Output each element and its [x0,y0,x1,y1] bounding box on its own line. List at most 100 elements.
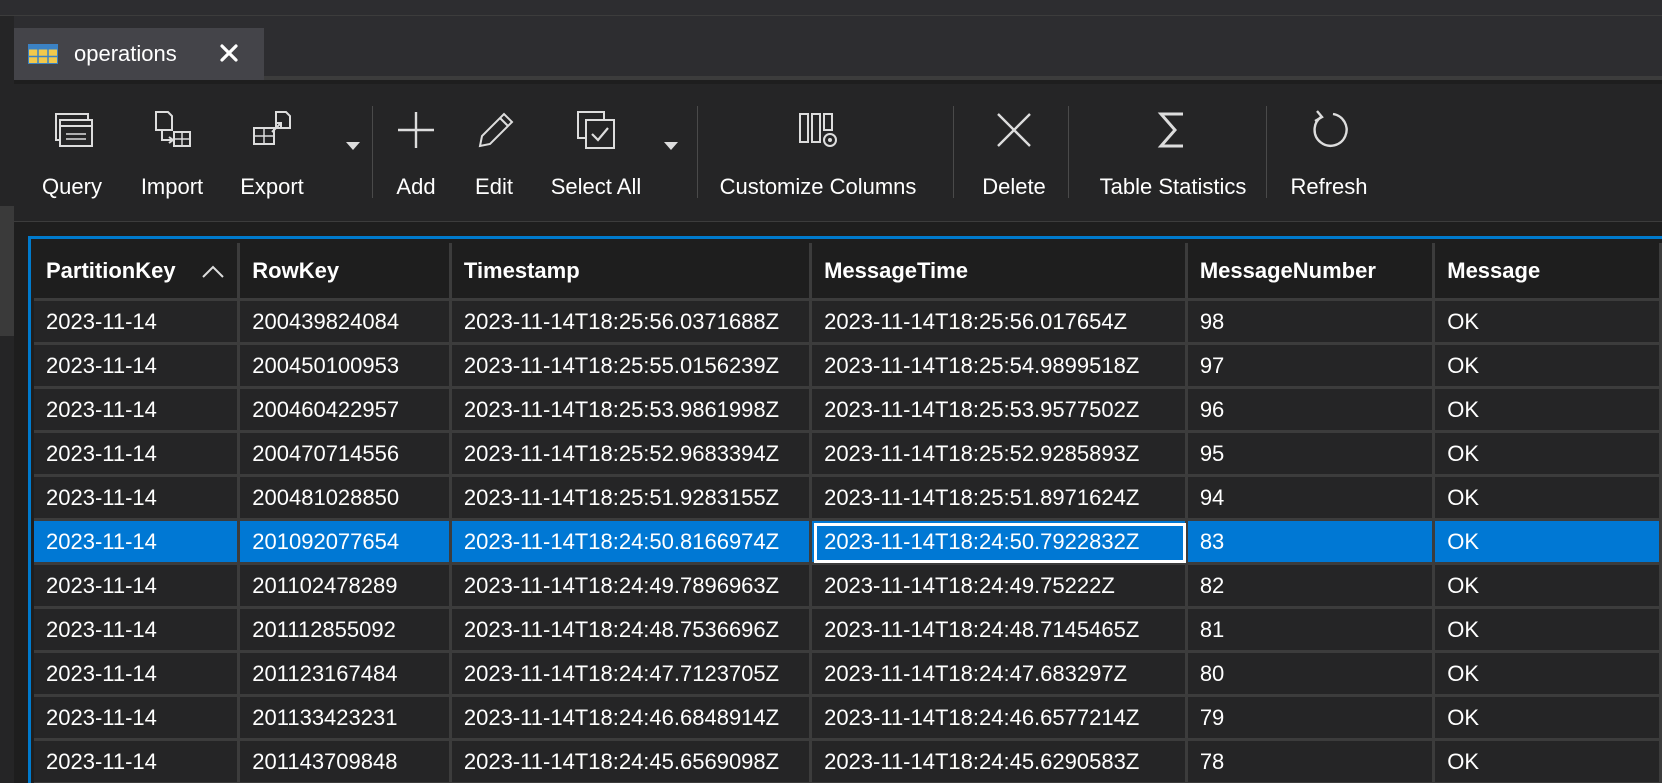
table-cell[interactable]: OK [1435,741,1662,783]
tab-operations[interactable]: operations [14,28,264,80]
table-cell[interactable]: 200470714556 [240,433,452,477]
table-cell[interactable]: 2023-11-14T18:25:52.9683394Z [451,433,813,477]
panel-scroll-thumb[interactable] [0,206,14,336]
table-cell[interactable]: 94 [1187,477,1436,521]
table-row[interactable]: 2023-11-14 201143709848 2023-11-14T18:24:4… [34,741,1662,783]
table-row[interactable]: 2023-11-14 200470714556 2023-11-14T18:25:5… [34,433,1662,477]
add-button[interactable]: Add [386,100,446,204]
customize-columns-button[interactable]: Customize Columns [717,100,919,204]
table-cell[interactable]: OK [1435,653,1662,697]
table-cell[interactable]: OK [1435,609,1662,653]
table-cell[interactable]: 2023-11-14 [34,477,241,521]
table-cell[interactable]: 201143709848 [240,741,452,783]
table-cell[interactable]: 201123167484 [240,653,452,697]
refresh-button[interactable]: Refresh [1286,100,1372,204]
table-cell[interactable]: 97 [1187,345,1436,389]
column-header-rowkey[interactable]: RowKey [240,243,452,301]
table-cell[interactable]: 2023-11-14T18:24:45.6290583Z [812,741,1188,783]
close-icon[interactable] [218,42,240,64]
table-row[interactable]: 2023-11-14 200439824084 2023-11-14T18:25:5… [34,301,1662,345]
table-cell[interactable]: 201092077654 [240,521,452,565]
column-header-messagetime[interactable]: MessageTime [812,243,1188,301]
table-cell[interactable]: 2023-11-14 [34,609,241,653]
table-row[interactable]: 2023-11-14 201123167484 2023-11-14T18:24:4… [34,653,1662,697]
table-cell[interactable]: OK [1435,477,1662,521]
table-cell[interactable]: 2023-11-14T18:25:53.9577502Z [812,389,1188,433]
edit-button[interactable]: Edit [464,100,524,204]
table-cell[interactable]: 2023-11-14T18:24:50.8166974Z [451,521,813,565]
table-cell[interactable]: 2023-11-14 [34,345,241,389]
chevron-down-icon[interactable] [662,140,680,152]
table-cell[interactable]: 2023-11-14T18:24:49.7896963Z [451,565,813,609]
table-cell[interactable]: 2023-11-14T18:25:53.9861998Z [451,389,813,433]
table-cell[interactable]: OK [1435,345,1662,389]
column-header-timestamp[interactable]: Timestamp [451,243,813,301]
table-row[interactable]: 2023-11-14 200450100953 2023-11-14T18:25:5… [34,345,1662,389]
table-cell[interactable]: 2023-11-14 [34,741,241,783]
table-cell[interactable]: 200450100953 [240,345,452,389]
table-cell[interactable]: 200481028850 [240,477,452,521]
table-body: 2023-11-14 200439824084 2023-11-14T18:25:5… [34,301,1662,783]
table-cell[interactable]: 2023-11-14T18:24:46.6577214Z [812,697,1188,741]
table-cell[interactable]: OK [1435,433,1662,477]
table-cell[interactable]: 2023-11-14 [34,389,241,433]
table-cell[interactable]: 200460422957 [240,389,452,433]
table-cell[interactable]: OK [1435,565,1662,609]
table-cell[interactable]: OK [1435,521,1662,565]
table-cell[interactable]: 2023-11-14 [34,301,241,345]
table-cell[interactable]: 2023-11-14T18:24:48.7536696Z [451,609,813,653]
table-cell[interactable]: 78 [1187,741,1436,783]
table-cell[interactable]: 2023-11-14T18:25:56.0371688Z [451,301,813,345]
table-cell[interactable]: 2023-11-14T18:24:45.6569098Z [451,741,813,783]
table-row[interactable]: 2023-11-14 201112855092 2023-11-14T18:24:4… [34,609,1662,653]
table-cell[interactable]: 2023-11-14 [34,653,241,697]
table-cell[interactable]: 2023-11-14T18:24:47.683297Z [812,653,1188,697]
table-cell[interactable]: 2023-11-14 [34,521,241,565]
table-statistics-button[interactable]: Table Statistics [1088,100,1258,204]
table-cell[interactable]: 79 [1187,697,1436,741]
table-row[interactable]: 2023-11-14 200481028850 2023-11-14T18:25:5… [34,477,1662,521]
delete-button[interactable]: Delete [974,100,1054,204]
select-all-button[interactable]: Select All [544,100,648,204]
table-cell[interactable]: 2023-11-14T18:25:51.9283155Z [451,477,813,521]
table-cell[interactable]: 81 [1187,609,1436,653]
table-cell[interactable]: 2023-11-14T18:25:55.0156239Z [451,345,813,389]
table-cell[interactable]: 2023-11-14T18:25:52.9285893Z [812,433,1188,477]
table-cell[interactable]: 2023-11-14T18:24:49.75222Z [812,565,1188,609]
column-header-partitionkey[interactable]: PartitionKey [34,243,241,301]
table-cell[interactable]: 80 [1187,653,1436,697]
table-row[interactable]: 2023-11-14 201102478289 2023-11-14T18:24:4… [34,565,1662,609]
table-cell[interactable]: 2023-11-14T18:24:50.7922832Z [812,521,1188,565]
table-cell[interactable]: 201112855092 [240,609,452,653]
table-cell[interactable]: 2023-11-14 [34,697,241,741]
table-cell[interactable]: 82 [1187,565,1436,609]
table-cell[interactable]: 2023-11-14T18:25:56.017654Z [812,301,1188,345]
table-cell[interactable]: 2023-11-14T18:24:46.6848914Z [451,697,813,741]
table-row[interactable]: 2023-11-14 201133423231 2023-11-14T18:24:4… [34,697,1662,741]
table-cell[interactable]: 2023-11-14T18:24:48.7145465Z [812,609,1188,653]
table-cell[interactable]: 2023-11-14T18:24:47.7123705Z [451,653,813,697]
table-cell[interactable]: 201133423231 [240,697,452,741]
table-cell[interactable]: 96 [1187,389,1436,433]
table-cell[interactable]: OK [1435,301,1662,345]
entity-grid[interactable]: PartitionKey RowKey Timestamp MessageTim… [28,236,1662,783]
table-cell[interactable]: OK [1435,389,1662,433]
table-cell[interactable]: 98 [1187,301,1436,345]
table-cell[interactable]: 200439824084 [240,301,452,345]
import-button[interactable]: Import [132,100,212,204]
table-cell[interactable]: 83 [1187,521,1436,565]
query-button[interactable]: Query [34,100,110,204]
table-cell[interactable]: 2023-11-14T18:25:51.8971624Z [812,477,1188,521]
table-cell[interactable]: 95 [1187,433,1436,477]
table-row[interactable]: 2023-11-14 201092077654 2023-11-14T18:24:5… [34,521,1662,565]
table-cell[interactable]: 201102478289 [240,565,452,609]
chevron-down-icon[interactable] [344,140,362,152]
column-header-messagenumber[interactable]: MessageNumber [1187,243,1436,301]
table-cell[interactable]: 2023-11-14 [34,565,241,609]
table-cell[interactable]: 2023-11-14T18:25:54.9899518Z [812,345,1188,389]
table-row[interactable]: 2023-11-14 200460422957 2023-11-14T18:25:5… [34,389,1662,433]
export-button[interactable]: Export [234,100,310,204]
column-header-message[interactable]: Message [1435,243,1662,301]
table-cell[interactable]: 2023-11-14 [34,433,241,477]
table-cell[interactable]: OK [1435,697,1662,741]
